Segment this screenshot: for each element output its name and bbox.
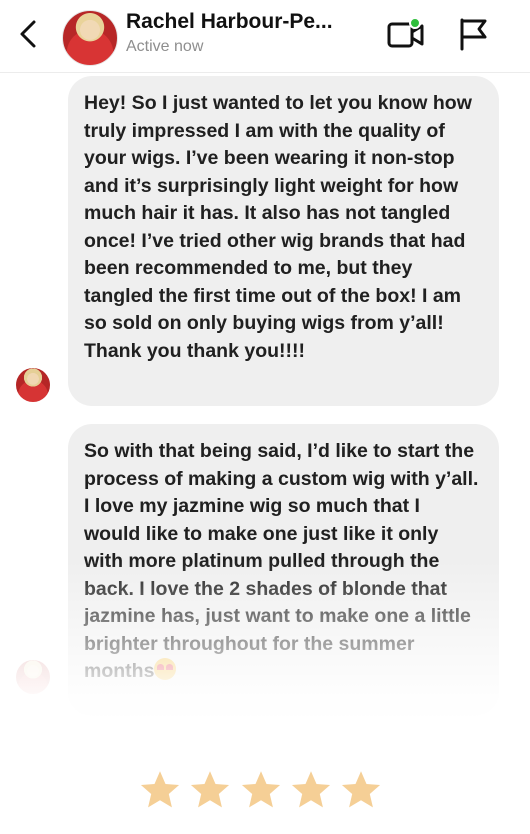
star-icon [291, 771, 330, 808]
star-icon [341, 771, 381, 808]
star-icon [241, 771, 280, 808]
contact-name[interactable]: Rachel Harbour-Pe... [126, 10, 376, 34]
message-text: So with that being said, I’d like to sta… [84, 440, 479, 682]
message-bubble[interactable]: So with that being said, I’d like to sta… [68, 424, 499, 716]
star-icon [140, 771, 180, 808]
flag-icon[interactable] [456, 16, 490, 52]
chevron-left-icon[interactable] [14, 18, 46, 50]
message-bubble[interactable]: Hey! So I just wanted to let you know ho… [68, 76, 499, 406]
chat-header: Rachel Harbour-Pe... Active now [0, 0, 530, 73]
heart-eyes-emoji-icon [154, 658, 177, 680]
sender-avatar[interactable] [16, 368, 50, 402]
active-status: Active now [126, 38, 204, 55]
star-icon [191, 771, 230, 808]
star-rating [138, 768, 383, 816]
avatar[interactable] [62, 10, 118, 66]
video-call-icon[interactable] [386, 16, 426, 52]
sender-avatar[interactable] [16, 660, 50, 694]
message-text: Hey! So I just wanted to let you know ho… [84, 92, 472, 362]
